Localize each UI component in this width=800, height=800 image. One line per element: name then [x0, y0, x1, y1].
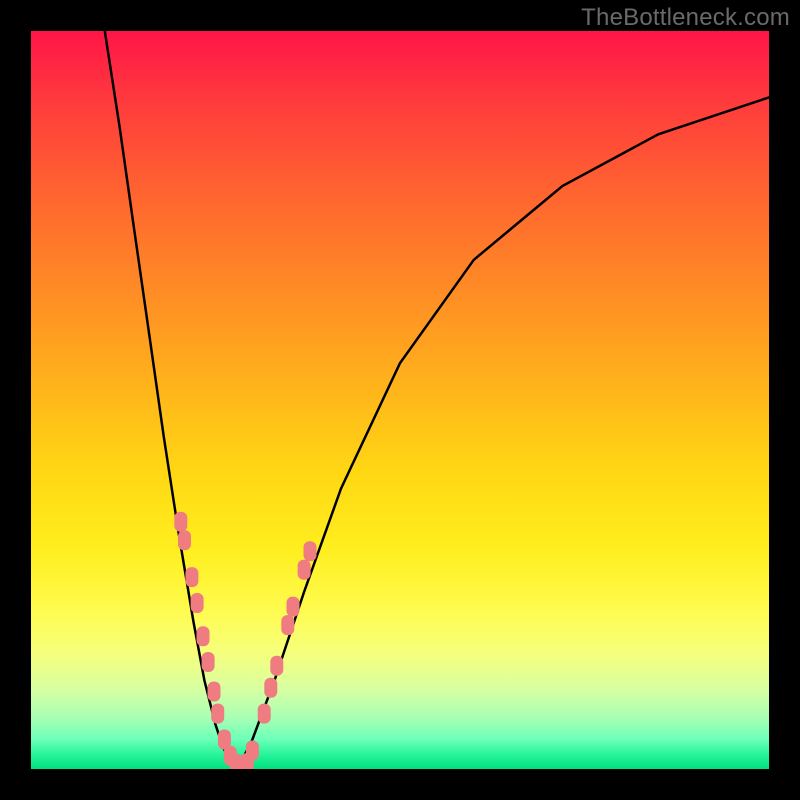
marker-dot	[298, 560, 311, 580]
marker-dot	[304, 541, 317, 561]
marker-dot	[178, 530, 191, 550]
marker-dot	[174, 512, 187, 532]
bottleneck-curve-left	[105, 31, 238, 769]
marker-dot	[211, 704, 224, 724]
chart-frame: TheBottleneck.com	[0, 0, 800, 800]
marker-dot	[191, 593, 204, 613]
marker-dot	[281, 615, 294, 635]
marker-dot	[270, 656, 283, 676]
marker-dot	[264, 678, 277, 698]
plot-area	[31, 31, 769, 769]
curve-layer	[31, 31, 769, 769]
marker-dot	[258, 704, 271, 724]
marker-dot	[246, 741, 259, 761]
marker-dot	[287, 597, 300, 617]
bottleneck-curve-right	[238, 97, 769, 769]
marker-dot	[202, 652, 215, 672]
marker-dot	[208, 682, 221, 702]
marker-dot	[197, 626, 210, 646]
watermark-label: TheBottleneck.com	[581, 4, 790, 32]
marker-group	[174, 512, 316, 769]
marker-dot	[185, 567, 198, 587]
